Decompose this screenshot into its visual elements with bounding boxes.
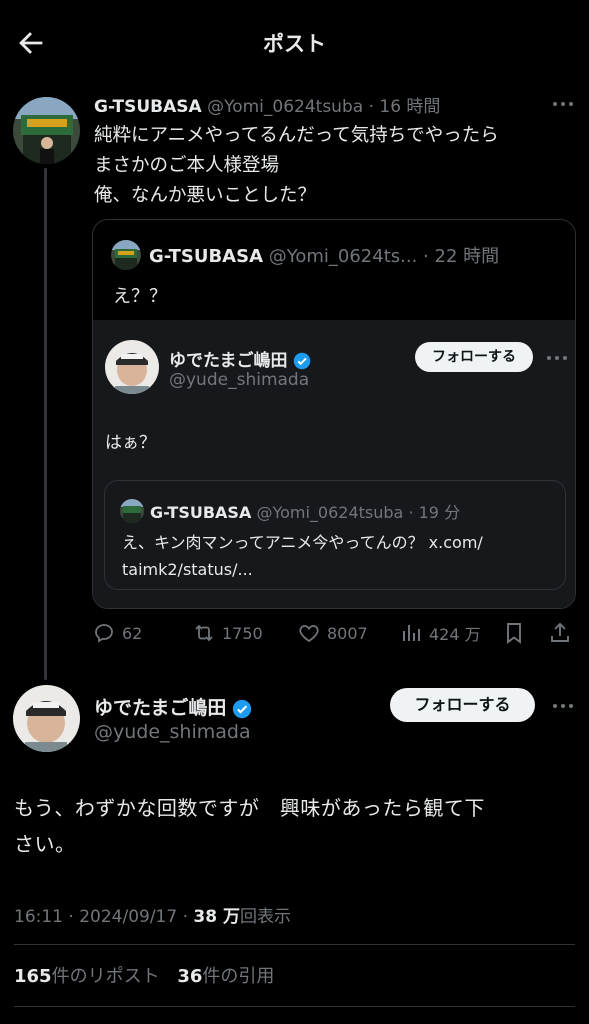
- separator: ·: [423, 246, 429, 267]
- more-options-icon[interactable]: [548, 94, 578, 114]
- text-line: 純粋にアニメやってるんだって気持ちでやったら: [94, 125, 499, 146]
- reply-count: 62: [122, 623, 143, 643]
- embedded-post-text: はぁ？: [105, 433, 156, 453]
- quoted-post-header: G-TSUBASA @Yomi_0624ts... · 22 時間: [149, 242, 499, 268]
- post-timestamp: 16:11 · 2024/09/17 · 38 万回表示: [14, 902, 291, 927]
- quotes-stat[interactable]: 36件の引用: [177, 966, 274, 987]
- embedded-author-handle[interactable]: @yude_shimada: [169, 370, 309, 390]
- heart-icon: [299, 625, 319, 643]
- nested-author-handle: @Yomi_0624tsuba: [256, 503, 404, 522]
- text-line: さい。: [14, 832, 76, 856]
- divider: [14, 1006, 575, 1007]
- text-line: え、キン肉マンってアニメ今やってんの？ x.com/: [122, 533, 483, 552]
- view-count: 424 万: [429, 625, 481, 644]
- nested-quote-card[interactable]: G-TSUBASA @Yomi_0624tsuba · 19 分 え、キン肉マン…: [104, 480, 566, 590]
- verified-badge-icon: [293, 352, 311, 370]
- repost-button[interactable]: 1750: [192, 618, 263, 648]
- yude-shimada-avatar[interactable]: [13, 685, 80, 752]
- quoted-author-avatar: [111, 240, 141, 270]
- thread-connector: [44, 168, 47, 680]
- divider: [14, 944, 575, 945]
- separator: ·: [408, 503, 414, 522]
- post-stats: 165件のリポスト 36件の引用: [14, 962, 274, 988]
- quotes-label: 件の引用: [202, 966, 275, 987]
- bookmark-icon[interactable]: [502, 621, 526, 645]
- main-author-name[interactable]: ゆでたまご嶋田: [94, 697, 226, 719]
- like-button[interactable]: 8007: [297, 618, 368, 648]
- main-author-handle[interactable]: @yude_shimada: [94, 721, 251, 743]
- view-label: 回表示: [239, 907, 291, 927]
- repost-count: 1750: [222, 623, 263, 643]
- separator: ·: [368, 97, 374, 117]
- reposts-label: 件のリポスト: [51, 966, 160, 987]
- nested-author-avatar: [120, 499, 144, 523]
- quoted-post-top: G-TSUBASA @Yomi_0624ts... · 22 時間 え？？: [93, 220, 575, 320]
- author-handle[interactable]: @Yomi_0624tsuba: [207, 97, 363, 117]
- like-count: 8007: [327, 623, 368, 643]
- post-time[interactable]: 16 時間: [379, 97, 440, 117]
- nested-quote-text: え、キン肉マンってアニメ今やってんの？ x.com/ taimk2/status…: [122, 529, 483, 583]
- quoted-author-name: G-TSUBASA: [149, 246, 264, 267]
- text-line: もう、わずかな回数ですが 興味があったら観て下: [14, 796, 485, 820]
- reply-tweet-header: G-TSUBASA @Yomi_0624tsuba · 16 時間: [94, 92, 534, 117]
- post-actions-bar: 62 1750 8007 424 万: [92, 618, 577, 648]
- text-line: まさかのご本人様登場: [94, 155, 280, 176]
- embedded-author-name-row: ゆでたまご嶋田: [169, 346, 311, 371]
- nested-post-time: 19 分: [418, 503, 461, 522]
- embedded-author-name[interactable]: ゆでたまご嶋田: [169, 351, 288, 371]
- views-chart-icon: [403, 625, 420, 641]
- view-count: 38 万: [193, 907, 240, 927]
- views-button[interactable]: 424 万: [399, 618, 481, 648]
- follow-button[interactable]: フォローする: [390, 688, 535, 722]
- quotes-count: 36: [177, 966, 203, 987]
- reposts-stat[interactable]: 165件のリポスト: [14, 966, 160, 987]
- verified-badge-icon: [233, 699, 252, 718]
- page-title: ポスト: [263, 32, 326, 56]
- quoted-author-handle: @Yomi_0624ts...: [268, 246, 418, 267]
- more-options-icon[interactable]: [542, 348, 572, 368]
- quoted-post-text: え？？: [113, 286, 167, 307]
- author-name[interactable]: G-TSUBASA: [94, 97, 202, 117]
- main-post-text: もう、わずかな回数ですが 興味があったら観て下 さい。: [14, 790, 574, 862]
- g-tsubasa-avatar[interactable]: [13, 97, 80, 164]
- share-icon[interactable]: [548, 621, 572, 645]
- nested-author-name: G-TSUBASA: [150, 503, 252, 522]
- reply-button[interactable]: 62: [92, 618, 142, 648]
- text-line: 俺、なんか悪いことした？: [94, 185, 317, 206]
- nested-quote-header: G-TSUBASA @Yomi_0624tsuba · 19 分: [150, 499, 460, 523]
- text-line: taimk2/status/...: [122, 560, 253, 579]
- reply-icon: [95, 624, 113, 643]
- more-options-icon[interactable]: [548, 696, 578, 716]
- main-author-name-row: ゆでたまご嶋田: [94, 693, 252, 720]
- reposts-count: 165: [14, 966, 52, 987]
- repost-icon: [195, 624, 213, 642]
- yude-shimada-avatar[interactable]: [105, 340, 159, 394]
- post-date[interactable]: 16:11 · 2024/09/17 ·: [14, 907, 193, 927]
- reply-tweet-text: 純粋にアニメやってるんだって気持ちでやったら まさかのご本人様登場 俺、なんか悪…: [94, 121, 574, 211]
- follow-button[interactable]: フォローする: [415, 342, 533, 372]
- quoted-post-time: 22 時間: [434, 246, 500, 267]
